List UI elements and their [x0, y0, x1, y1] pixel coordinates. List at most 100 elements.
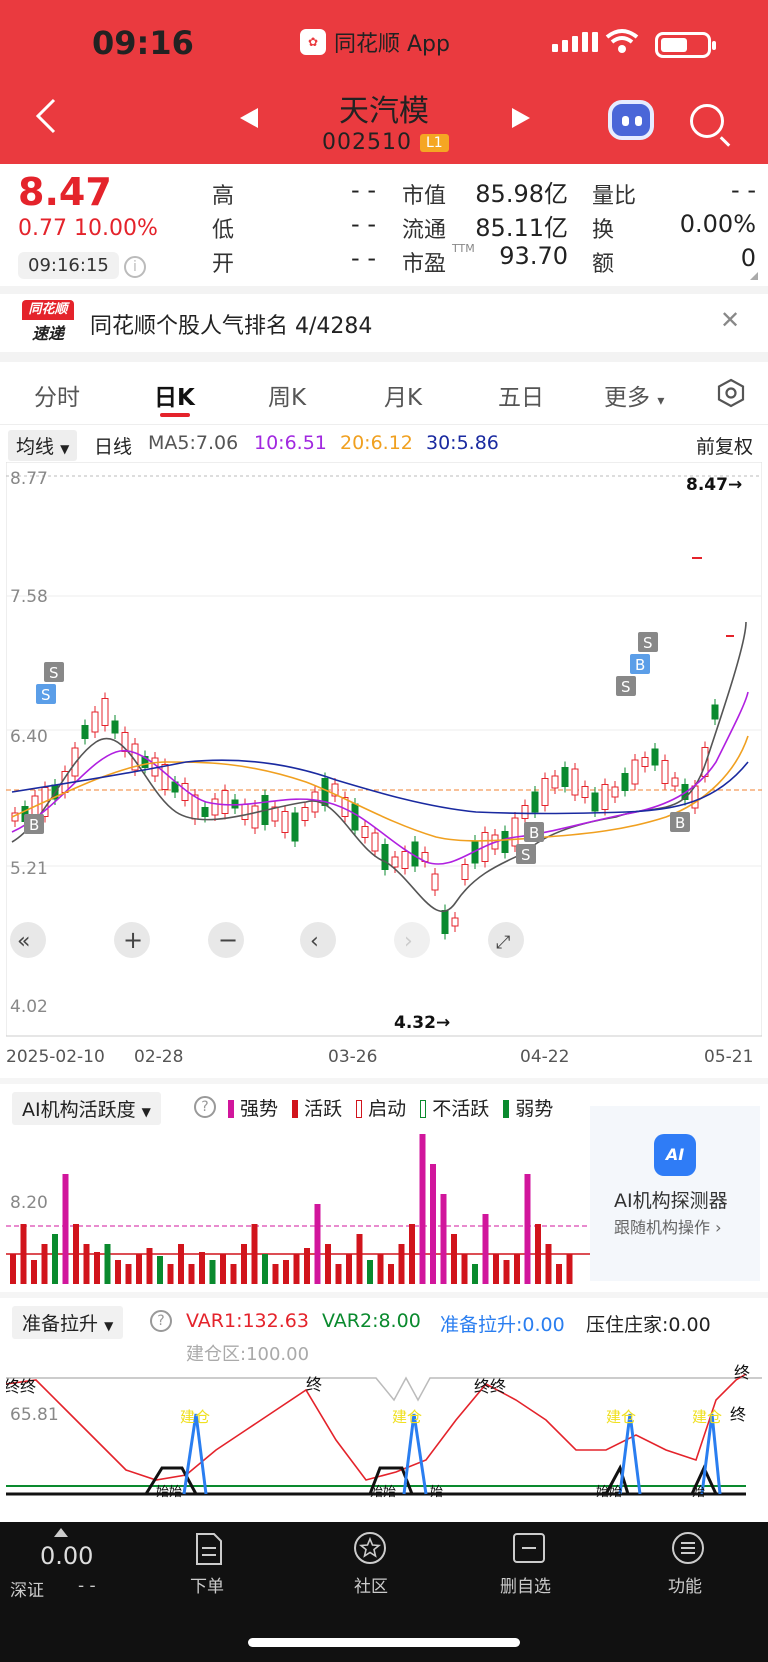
community-icon[interactable] [352, 1530, 388, 1570]
build-mark: 建仓 [606, 1408, 636, 1426]
candle [441, 910, 449, 934]
ai-activity-chart: 8.20 [6, 1134, 590, 1284]
candle [541, 778, 549, 806]
index-value[interactable]: 0.00 [40, 1542, 93, 1570]
ma-selector[interactable]: 均线 ▼ [8, 430, 78, 461]
volume-ratio-label: 量比 [592, 184, 637, 209]
candle [91, 711, 99, 733]
activity-bar [514, 1254, 520, 1284]
ai-indicator-selector[interactable]: AI机构活跃度 ▼ [12, 1092, 161, 1125]
info-icon[interactable]: i [124, 256, 146, 278]
candle [291, 812, 299, 842]
menu-icon[interactable] [670, 1530, 706, 1570]
start-mark: 始始 [596, 1485, 622, 1500]
help-icon[interactable]: ? [194, 1096, 216, 1118]
app-logo-icon: ✿ [300, 29, 326, 55]
index-name[interactable]: 深证 [10, 1576, 44, 1601]
y-label: 8.20 [10, 1193, 48, 1213]
candle [371, 832, 379, 852]
tab-weekly-k[interactable]: 周K [268, 378, 306, 412]
search-icon[interactable] [690, 104, 724, 138]
kline-chart[interactable]: 8.77 7.58 6.40 5.21 4.02 8.47→ 4.32→ SSB… [6, 462, 762, 1062]
candle [211, 798, 219, 816]
prep-chart: 65.81 终终 终 终终 终 终 建仓 建仓 建仓 建仓 始始 始始 始 始始… [6, 1363, 762, 1500]
news-text[interactable]: 同花顺个股人气排名 4/4284 [90, 308, 372, 340]
current-price: 8.47 [18, 170, 112, 214]
tab-intraday[interactable]: 分时 [34, 378, 80, 412]
tab-monthly-k[interactable]: 月K [384, 378, 422, 412]
activity-bar [178, 1244, 184, 1284]
signal-label: S [521, 846, 531, 864]
app-name: 同花顺 App [334, 32, 450, 57]
status-time: 09:16 [92, 24, 194, 62]
activity-bar [136, 1254, 142, 1284]
ma20-value: 20:6.12 [340, 432, 413, 454]
help-icon[interactable]: ? [150, 1310, 172, 1332]
ai-legend: 强势 活跃 启动 不活跃 弱势 [228, 1094, 553, 1121]
candle [521, 805, 529, 819]
activity-bar [346, 1254, 352, 1284]
svg-text:‹: ‹ [310, 929, 319, 954]
nav-functions[interactable]: 功能 [668, 1572, 702, 1597]
prep-value: 准备拉升:0.00 [440, 1314, 565, 1336]
signal-label: B [675, 814, 685, 832]
cell-signal-icon [552, 32, 598, 52]
nav-order[interactable]: 下单 [190, 1572, 224, 1597]
expand-corner-icon[interactable] [750, 272, 758, 280]
nav-remove-watchlist[interactable]: 删自选 [500, 1572, 551, 1597]
candle [551, 775, 559, 789]
candle [671, 777, 679, 787]
app-indicator: ✿ 同花顺 App [300, 26, 450, 58]
activity-bar [104, 1244, 111, 1284]
order-icon[interactable] [194, 1532, 224, 1570]
activity-bar [125, 1264, 132, 1284]
signal-label: S [621, 678, 631, 696]
activity-bar [241, 1244, 247, 1284]
candle [381, 844, 389, 870]
wifi-icon [605, 28, 639, 61]
low-label: 低 [212, 218, 235, 243]
y-label: 5.21 [10, 859, 48, 879]
activity-bar [188, 1264, 195, 1284]
divider [0, 352, 768, 362]
start-mark: 始 [692, 1485, 705, 1500]
active-tab-indicator [160, 413, 190, 417]
signal-label: B [529, 824, 539, 842]
activity-bar [94, 1252, 100, 1284]
assistant-robot-icon[interactable] [608, 100, 654, 140]
chart-settings-icon[interactable] [716, 378, 746, 412]
signal-label: B [29, 816, 39, 834]
activity-bar [314, 1204, 321, 1284]
activity-bar [230, 1264, 237, 1284]
activity-bar [10, 1254, 16, 1284]
prep-indicator-selector[interactable]: 准备拉升 ▼ [12, 1306, 124, 1339]
market-cap-label: 市值 [402, 184, 447, 209]
nav-community[interactable]: 社区 [354, 1572, 388, 1597]
activity-bar [419, 1134, 426, 1284]
activity-bar [388, 1264, 394, 1284]
float-cap-value: 85.11亿 [475, 214, 568, 242]
activity-bar [304, 1248, 310, 1284]
high-value: - - [351, 176, 376, 204]
activity-bar [535, 1224, 541, 1284]
ai-logo-icon: AI [654, 1134, 696, 1176]
ma30-value: 30:5.86 [426, 432, 499, 454]
candle [641, 757, 649, 767]
up-arrow-icon [54, 1528, 68, 1537]
next-stock-button[interactable] [510, 106, 532, 137]
remove-watchlist-icon[interactable] [512, 1532, 546, 1568]
tab-daily-k[interactable]: 日K [154, 378, 195, 412]
close-icon[interactable]: ✕ [720, 306, 740, 334]
tab-more[interactable]: 更多 ▾ [604, 378, 664, 412]
y-label: 7.58 [10, 587, 48, 607]
press-value: 压住庄家:0.00 [586, 1314, 711, 1336]
caret-down-icon: ▾ [657, 393, 665, 409]
date-label: 03-26 [328, 1047, 377, 1062]
date-label: 05-21 [704, 1047, 753, 1062]
activity-bar [367, 1260, 373, 1284]
ma5-value: MA5:7.06 [148, 432, 239, 454]
tab-five-day[interactable]: 五日 [498, 378, 544, 412]
candle [361, 826, 369, 838]
adjust-mode[interactable]: 前复权 [696, 432, 753, 459]
ai-card-subtitle[interactable]: 跟随机构操作 › [614, 1214, 722, 1238]
